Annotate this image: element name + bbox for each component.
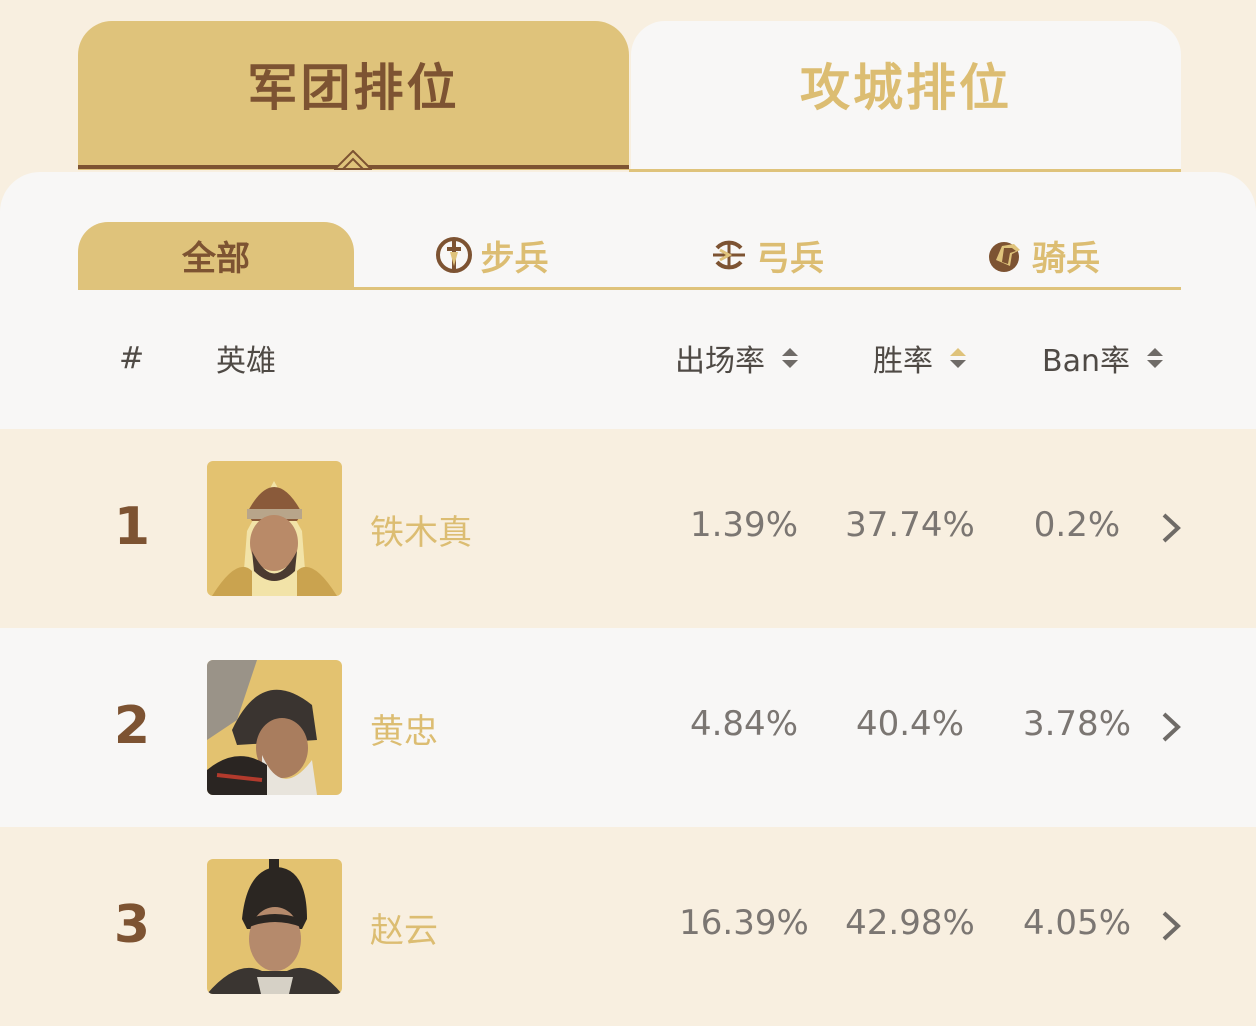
filter-archer[interactable]: 弓兵 [629, 222, 905, 288]
sort-icon [1146, 348, 1163, 368]
hero-name: 铁木真 [370, 513, 472, 553]
hero-name: 黄忠 [370, 712, 438, 752]
filter-cavalry[interactable]: 骑兵 [905, 222, 1181, 288]
hero-avatar [207, 859, 342, 994]
header-rank: # [119, 336, 144, 380]
hero-avatar [207, 660, 342, 795]
tab-siege-ranking[interactable]: 攻城排位 [631, 21, 1181, 170]
table-row[interactable]: 1 铁木真 1.39% 37.74% 0.2% [0, 429, 1256, 628]
troop-filter-bar: 全部 步兵 弓兵 骑兵 [78, 222, 1181, 290]
pick-rate-value: 16.39% [679, 903, 809, 943]
win-rate-value: 42.98% [845, 903, 975, 943]
infantry-icon [435, 237, 472, 273]
win-rate-value: 37.74% [845, 505, 975, 545]
sort-icon-active [950, 348, 966, 368]
header-pick-rate-label: 出场率 [675, 344, 765, 379]
ban-rate-value: 3.78% [1022, 704, 1131, 744]
header-hero: 英雄 [216, 336, 276, 380]
chevron-right-icon[interactable] [1158, 710, 1184, 744]
cavalry-icon [989, 242, 1020, 272]
pick-rate-value: 4.84% [689, 704, 798, 744]
pick-rate-value: 1.39% [689, 505, 798, 545]
filter-infantry-label: 步兵 [480, 238, 549, 279]
hero-name: 赵云 [370, 911, 438, 951]
win-rate-value: 40.4% [855, 704, 964, 744]
header-pick-rate[interactable]: 出场率 [675, 336, 799, 380]
rank-number: 2 [113, 696, 151, 756]
chevron-right-icon[interactable] [1158, 511, 1184, 545]
sort-icon [782, 348, 798, 368]
filter-all-label: 全部 [182, 238, 250, 279]
table-row[interactable]: 2 黄忠 4.84% 40.4% 3.78% [0, 628, 1256, 827]
hero-avatar [207, 461, 342, 596]
filter-cavalry-label: 骑兵 [1032, 238, 1100, 279]
header-hero-label: 英雄 [216, 344, 276, 379]
header-ban-rate-label: Ban率 [1042, 344, 1130, 379]
tab-legion-ranking[interactable]: 军团排位 [78, 21, 629, 170]
header-rank-label: # [119, 340, 145, 376]
chevron-right-icon[interactable] [1158, 909, 1184, 943]
header-win-rate-label: 胜率 [873, 344, 933, 379]
archer-icon [713, 240, 745, 270]
header-ban-rate[interactable]: Ban率 [1042, 336, 1164, 380]
ban-rate-value: 4.05% [1022, 903, 1131, 943]
filter-all[interactable]: 全部 [78, 222, 354, 288]
ban-rate-value: 0.2% [1033, 505, 1121, 545]
filter-infantry[interactable]: 步兵 [354, 222, 629, 288]
rank-number: 1 [113, 497, 151, 557]
filter-underline [78, 287, 1181, 290]
table-row[interactable]: 3 赵云 16.39% 42.98% 4.05% [0, 827, 1256, 1026]
header-win-rate[interactable]: 胜率 [873, 336, 967, 380]
filter-archer-label: 弓兵 [756, 238, 824, 279]
rank-number: 3 [113, 895, 151, 955]
active-tab-caret-icon [334, 150, 372, 170]
